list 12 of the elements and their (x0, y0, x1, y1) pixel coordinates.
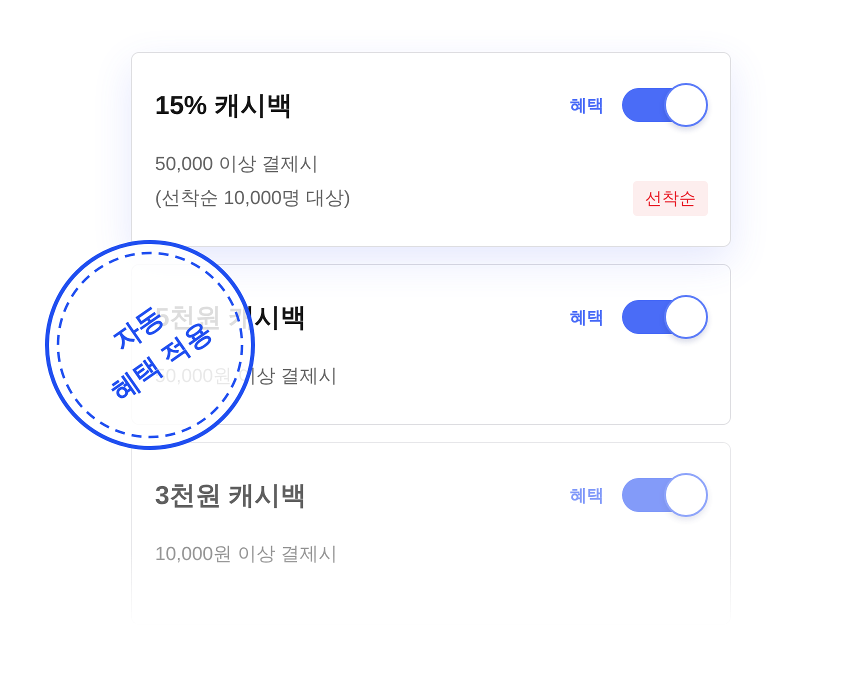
benefit-label: 혜택 (570, 484, 604, 506)
benefit-toggle[interactable] (622, 473, 708, 517)
first-come-badge: 선착순 (633, 181, 708, 216)
condition-text: (선착순 10,000명 대상) (155, 187, 350, 211)
card-title: 15% 캐시백 (155, 89, 292, 122)
benefit-toggle[interactable] (622, 83, 708, 127)
benefit-label: 혜택 (570, 94, 604, 116)
card-title: 3천원 캐시백 (155, 479, 307, 512)
benefit-toggle[interactable] (622, 295, 708, 339)
condition-text: 10,000원 이상 결제시 (155, 543, 338, 567)
condition-text: 50,000 이상 결제시 (155, 153, 320, 177)
benefit-label: 혜택 (570, 306, 604, 328)
